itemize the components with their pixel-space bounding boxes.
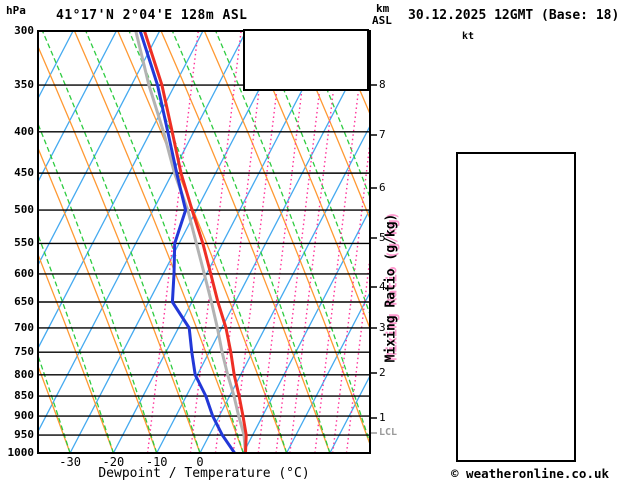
x-axis-title: Dewpoint / Temperature (°C) <box>98 466 310 481</box>
pressure-tick-label: 750 <box>14 345 34 359</box>
pressure-tick-label: 450 <box>14 166 34 180</box>
km-tick-label: 7 <box>379 128 386 141</box>
pressure-tick-label: 550 <box>14 236 34 250</box>
pressure-tick-label: 350 <box>14 78 34 92</box>
pressure-tick-label: 900 <box>14 409 34 423</box>
legend <box>243 29 369 91</box>
stats-table <box>456 152 576 462</box>
km-ticks <box>371 84 377 434</box>
pressure-tick-label: 1000 <box>7 446 35 459</box>
mixing-ratio-axis-title: Mixing Ratio (g/kg) <box>383 213 399 363</box>
pressure-unit-label: hPa <box>6 4 26 17</box>
pressure-tick-label: 650 <box>14 295 34 308</box>
copyright: © weatheronline.co.uk <box>451 466 610 481</box>
pressure-tick-label: 400 <box>14 124 34 138</box>
km-tick-label: 6 <box>379 181 386 194</box>
run-datetime: 30.12.2025 12GMT (Base: 18) <box>408 8 620 23</box>
km-tick-label: 2 <box>379 366 386 379</box>
station-title: 41°17'N 2°04'E 128m ASL <box>56 8 248 23</box>
temp-tick-label: -30 <box>59 455 81 469</box>
km-tick-label: 1 <box>379 411 386 424</box>
pressure-tick-label: 600 <box>14 266 34 280</box>
altitude-unit-asl: ASL <box>372 14 392 27</box>
pressure-tick-label: 950 <box>14 428 34 442</box>
pressure-tick-label: 800 <box>14 367 34 381</box>
pressure-tick-label: 850 <box>14 389 34 403</box>
hodograph-unit-label: kt <box>462 31 475 42</box>
lcl-label: LCL <box>379 427 398 438</box>
pressure-tick-label: 700 <box>14 320 34 334</box>
km-tick-label: 8 <box>379 78 386 91</box>
pressure-tick-label: 500 <box>14 203 34 217</box>
pressure-tick-label: 300 <box>14 24 34 37</box>
skewt-sounding-app: hPa 41°17'N 2°04'E 128m ASL km ASL 30.12… <box>0 0 629 486</box>
